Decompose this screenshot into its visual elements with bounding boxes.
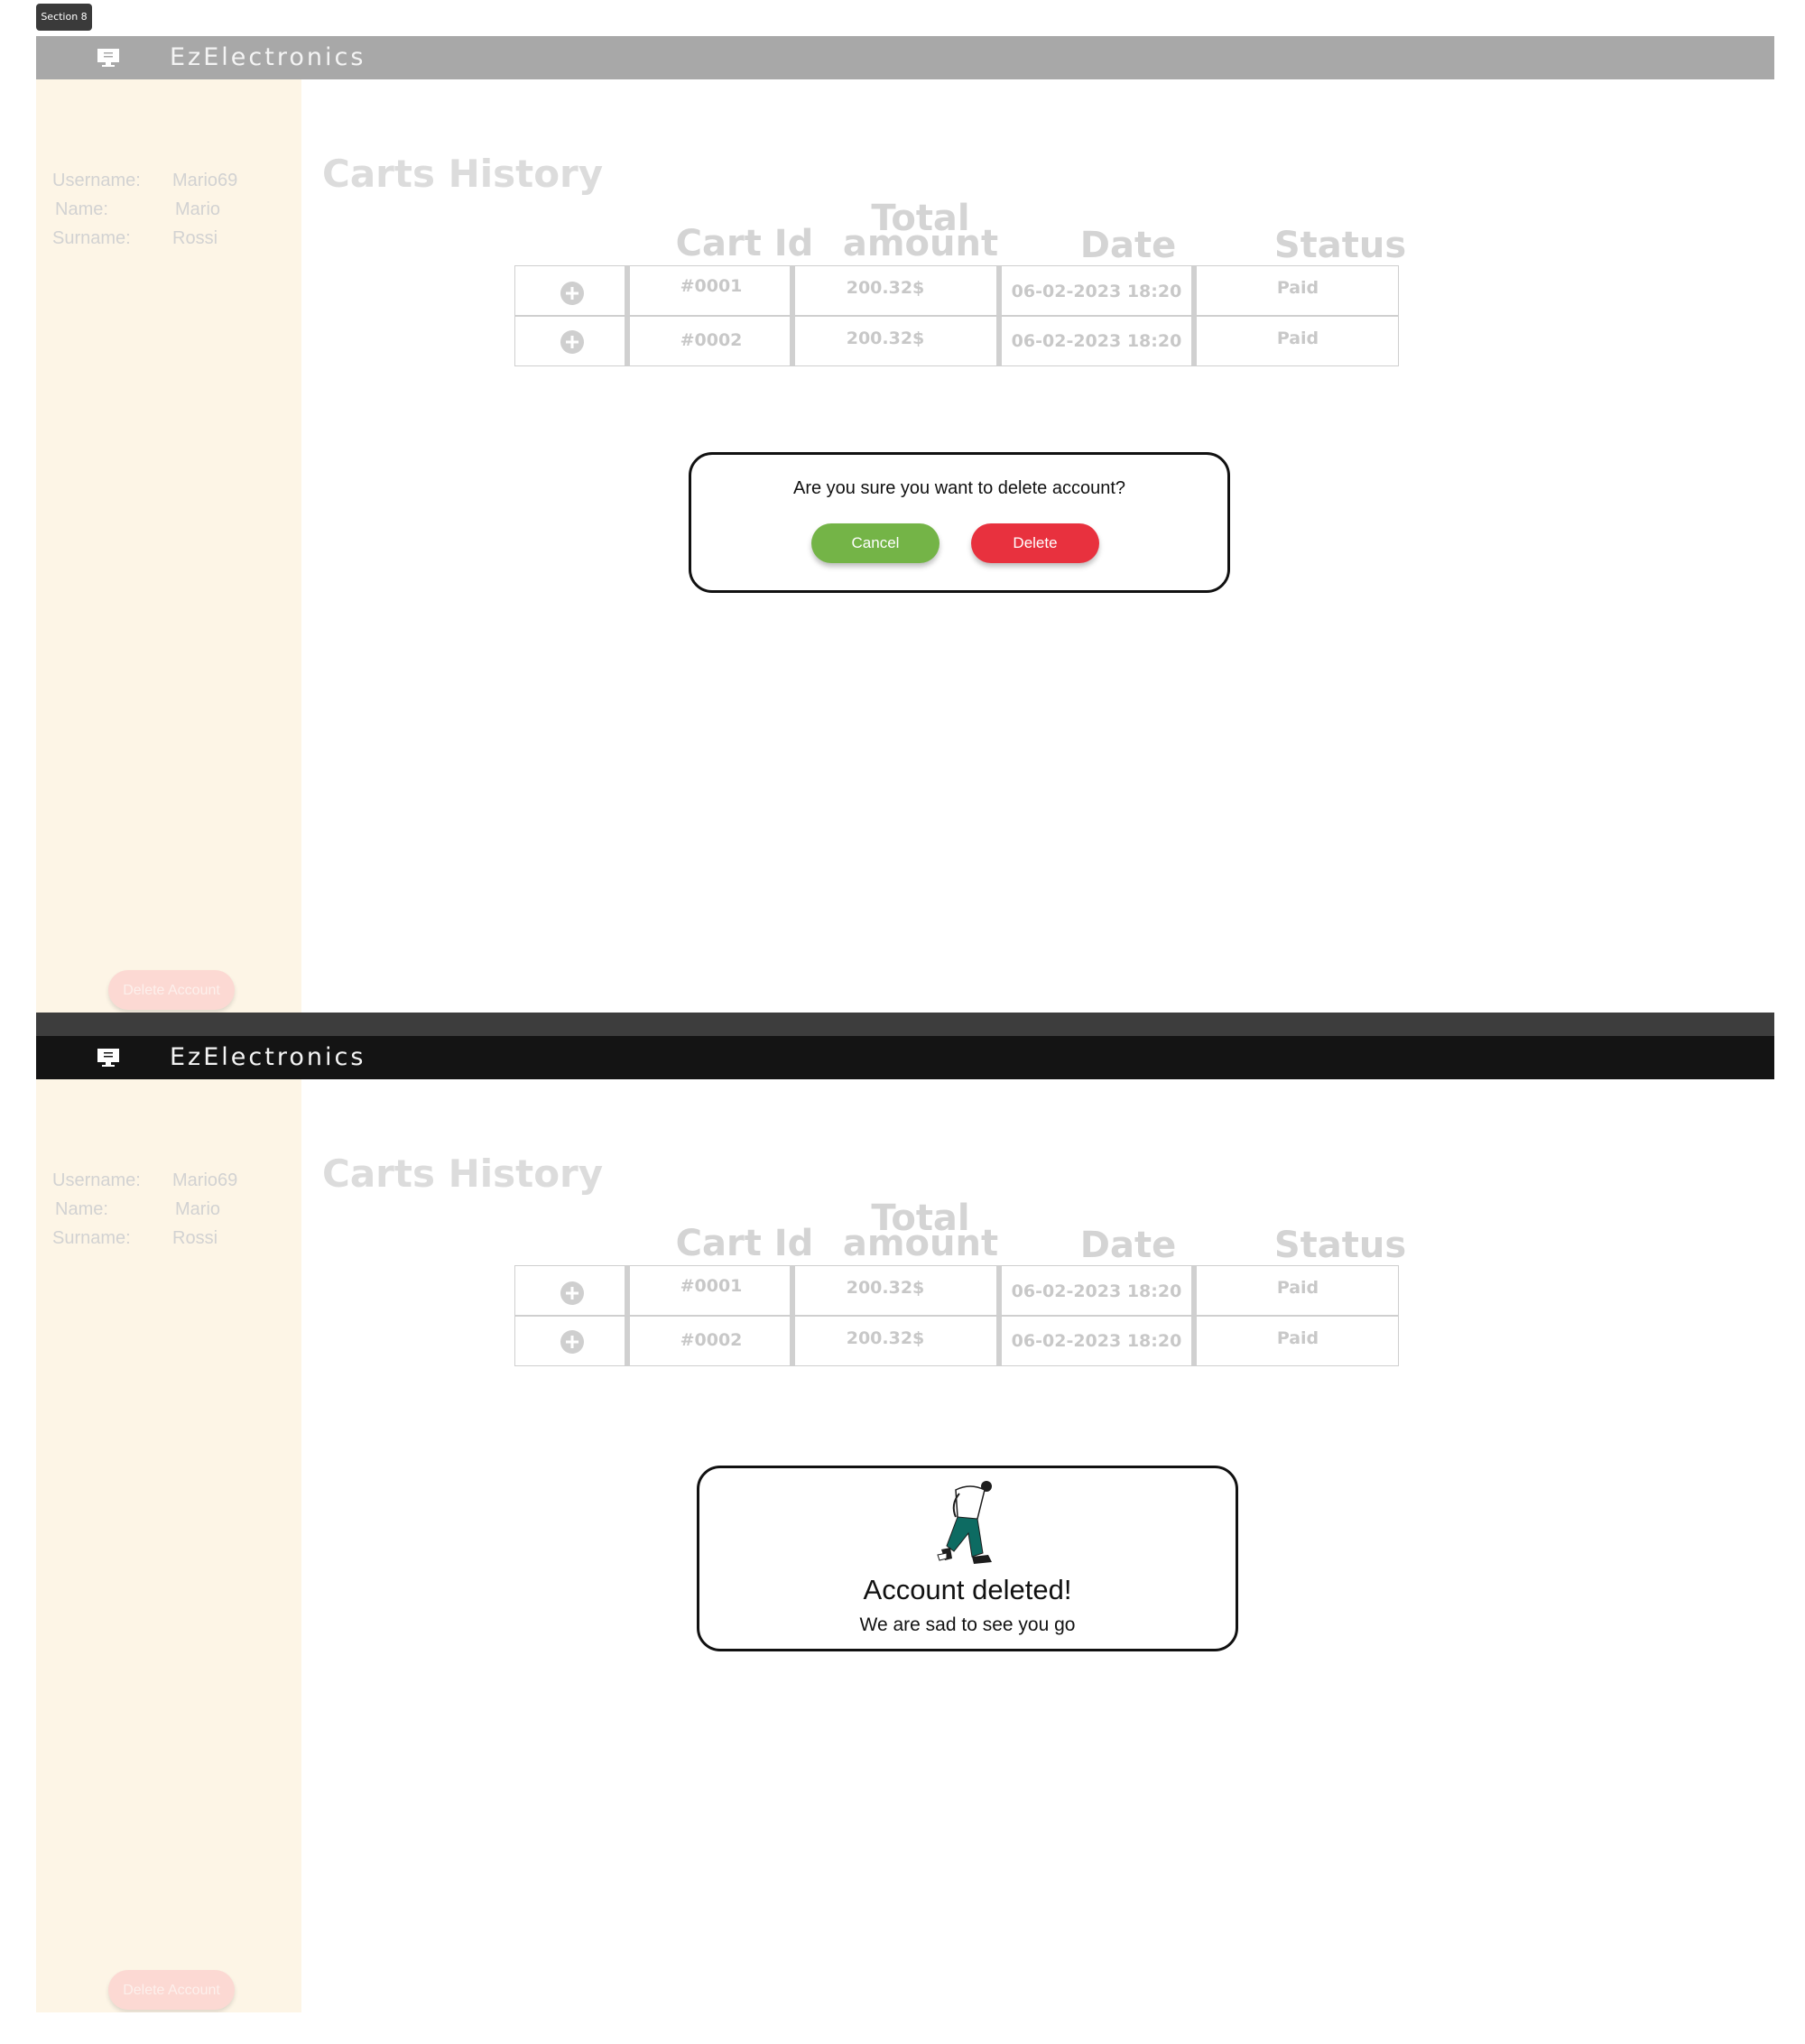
- cart-id-cell: #0001: [680, 1276, 743, 1296]
- account-deleted-frame: EzElectronics Username: Mario69 Name: Ma…: [36, 1013, 1774, 2012]
- cart-id-cell: #0002: [680, 330, 743, 350]
- cancel-button[interactable]: Cancel: [811, 523, 940, 563]
- username-value: Mario69: [172, 171, 238, 190]
- date-cell: 06-02-2023 18:20: [1011, 282, 1182, 301]
- column-header-date: Date: [1079, 225, 1177, 266]
- delete-account-button[interactable]: Delete Account: [108, 1970, 235, 2010]
- date-cell: 06-02-2023 18:20: [1011, 1281, 1182, 1301]
- section-tag: Section 8: [36, 4, 92, 31]
- surname-label: Surname:: [52, 1228, 131, 1248]
- name-value: Mario: [175, 199, 221, 219]
- deleted-subtitle: We are sad to see you go: [859, 1614, 1076, 1635]
- total-cell: 200.32$: [846, 328, 925, 348]
- column-header-cart-id: Cart Id: [675, 223, 814, 264]
- column-header-status: Status: [1273, 1225, 1407, 1266]
- top-bar: EzElectronics: [36, 36, 1774, 79]
- top-bar: EzElectronics: [36, 1036, 1774, 1079]
- total-cell: 200.32$: [846, 278, 925, 298]
- cart-id-cell: #0001: [680, 276, 743, 296]
- plus-circle-icon[interactable]: [560, 1329, 585, 1355]
- column-header-total: Total amount: [842, 198, 999, 264]
- status-cell: Paid: [1276, 1328, 1319, 1348]
- confirm-delete-dialog: Are you sure you want to delete account?…: [689, 452, 1230, 593]
- status-cell: Paid: [1276, 328, 1319, 348]
- name-label: Name:: [55, 1199, 108, 1219]
- page-title: Carts History: [322, 1151, 604, 1196]
- user-sidebar: Username: Mario69 Name: Mario Surname: R…: [36, 79, 301, 1036]
- account-deleted-dialog: Account deleted! We are sad to see you g…: [697, 1466, 1238, 1651]
- status-cell: Paid: [1276, 278, 1319, 298]
- plus-circle-icon[interactable]: [560, 329, 585, 355]
- table-row: #0001 200.32$ 06-02-2023 18:20 Paid: [514, 1265, 1399, 1316]
- column-header-status: Status: [1273, 225, 1407, 266]
- delete-account-button[interactable]: Delete Account: [108, 970, 235, 1010]
- name-label: Name:: [55, 199, 108, 219]
- name-value: Mario: [175, 1199, 221, 1219]
- username-label: Username:: [52, 171, 141, 190]
- column-header-total: Total amount: [842, 1198, 999, 1264]
- date-cell: 06-02-2023 18:20: [1011, 1331, 1182, 1351]
- surname-value: Rossi: [172, 1228, 218, 1248]
- table-row: #0002 200.32$ 06-02-2023 18:20 Paid: [514, 1316, 1399, 1366]
- user-sidebar: Username: Mario69 Name: Mario Surname: R…: [36, 1079, 301, 2012]
- total-cell: 200.32$: [846, 1328, 925, 1348]
- date-cell: 06-02-2023 18:20: [1011, 331, 1182, 351]
- top-strip: [36, 1013, 1774, 1036]
- status-cell: Paid: [1276, 1278, 1319, 1298]
- page-title: Carts History: [322, 152, 604, 196]
- table-row: #0001 200.32$ 06-02-2023 18:20 Paid: [514, 265, 1399, 316]
- column-header-cart-id: Cart Id: [675, 1223, 814, 1264]
- confirm-delete-frame: EzElectronics Username: Mario69 Name: Ma…: [36, 36, 1774, 1036]
- cart-id-cell: #0002: [680, 1330, 743, 1350]
- delete-button[interactable]: Delete: [971, 523, 1099, 563]
- deleted-title: Account deleted!: [863, 1574, 1072, 1605]
- brand-name[interactable]: EzElectronics: [170, 1043, 366, 1072]
- table-row: #0002 200.32$ 06-02-2023 18:20 Paid: [514, 316, 1399, 366]
- brand-name[interactable]: EzElectronics: [170, 43, 366, 72]
- total-cell: 200.32$: [846, 1278, 925, 1298]
- surname-value: Rossi: [172, 228, 218, 248]
- confirm-question: Are you sure you want to delete account?: [792, 478, 1125, 498]
- walking-person-illustration: [937, 1481, 992, 1564]
- column-header-date: Date: [1079, 1225, 1177, 1266]
- username-label: Username:: [52, 1170, 141, 1190]
- surname-label: Surname:: [52, 228, 131, 248]
- username-value: Mario69: [172, 1170, 238, 1190]
- plus-circle-icon[interactable]: [560, 281, 585, 306]
- monitor-logo-icon: [97, 1049, 119, 1067]
- monitor-logo-icon: [97, 49, 119, 67]
- plus-circle-icon[interactable]: [560, 1281, 585, 1306]
